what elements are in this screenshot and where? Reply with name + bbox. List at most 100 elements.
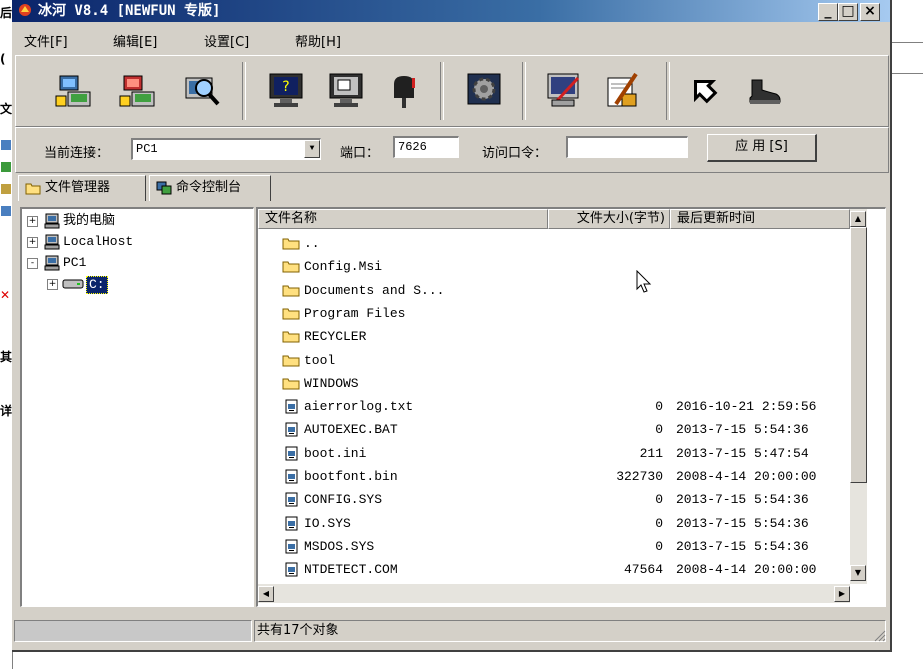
monitor-tool-icon[interactable] (544, 70, 584, 110)
bg-char: ( (0, 52, 6, 66)
screen-capture-icon[interactable] (326, 70, 366, 110)
mailbox-icon[interactable] (384, 70, 424, 110)
folder-icon (282, 308, 300, 320)
toolbar: ? (15, 55, 889, 127)
toolbar-separator (242, 62, 246, 120)
expand-icon[interactable]: + (27, 237, 38, 248)
config-gear-icon[interactable] (464, 70, 504, 110)
scroll-left-icon[interactable]: ◀ (258, 586, 274, 602)
tree-label: C: (86, 276, 108, 294)
file-size: 0 (655, 538, 663, 554)
menu-edit[interactable]: 编辑[E] (113, 31, 157, 50)
expand-icon[interactable]: + (27, 216, 38, 227)
file-time: 2008-4-14 20:00:00 (676, 469, 817, 484)
close-button[interactable]: × (860, 3, 880, 21)
horizontal-scrollbar[interactable]: ◀ ▶ (258, 584, 850, 603)
file-row[interactable]: MSDOS.SYS 0 2013-7-15 5:54:36 (258, 535, 848, 558)
tab-label: 命令控制台 (176, 180, 242, 195)
current-connection-label: 当前连接： (44, 146, 110, 161)
port-input[interactable]: 7626 (393, 136, 459, 158)
collapse-icon[interactable]: - (27, 258, 38, 269)
delete-computer-icon[interactable] (118, 70, 158, 110)
file-row[interactable]: AUTOEXEC.BAT 0 2013-7-15 5:54:36 (258, 418, 848, 441)
exit-shoe-icon[interactable] (744, 70, 784, 110)
folder-row[interactable]: Documents and S... (258, 279, 848, 302)
file-icon (285, 446, 298, 461)
minimize-button[interactable]: _ (818, 3, 838, 21)
file-row[interactable]: bootfont.bin 322730 2008-4-14 20:00:00 (258, 465, 848, 488)
folder-row[interactable]: .. (258, 232, 848, 255)
scroll-up-icon[interactable]: ▲ (850, 211, 866, 227)
folder-row[interactable]: WINDOWS (258, 372, 848, 395)
menu-file[interactable]: 文件[F] (24, 31, 68, 50)
file-icon (285, 562, 298, 577)
apply-button[interactable]: 应 用 [S] (707, 134, 817, 162)
scroll-down-icon[interactable]: ▼ (850, 565, 866, 581)
tab-command-console[interactable]: 命令控制台 (149, 175, 271, 201)
file-size: 0 (655, 515, 663, 531)
file-row[interactable]: IO.SYS 0 2013-7-15 5:54:36 (258, 512, 848, 535)
folder-icon (282, 238, 300, 250)
chevron-down-icon[interactable]: ▼ (304, 140, 320, 158)
scroll-right-icon[interactable]: ▶ (834, 586, 850, 602)
file-size: 0 (655, 422, 663, 438)
folder-row[interactable]: tool (258, 349, 848, 372)
file-name: Documents and S... (304, 282, 445, 298)
folder-row[interactable]: Config.Msi (258, 255, 848, 278)
title-bar[interactable]: 冰河 V8.4 [NEWFUN 专版] _ □ × (12, 0, 890, 22)
home-arrow-icon[interactable] (684, 70, 724, 110)
toolbar-separator (666, 62, 670, 120)
file-name: boot.ini (304, 445, 367, 461)
build-tool-icon[interactable] (602, 70, 642, 110)
folder-icon (25, 183, 41, 195)
file-size: 211 (639, 445, 663, 461)
menu-help[interactable]: 帮助[H] (295, 31, 341, 50)
svg-text:?: ? (282, 79, 289, 95)
bg-char: 后 (0, 6, 13, 20)
connection-bar: 当前连接： PC1 ▼ 端口： 7626 访问口令： 应 用 [S] (15, 127, 889, 173)
file-time: 2013-7-15 5:54:36 (676, 538, 809, 554)
resize-grip-icon[interactable] (872, 628, 886, 642)
password-input[interactable] (566, 136, 688, 158)
password-label: 访问口令： (482, 146, 548, 161)
file-name: bootfont.bin (304, 469, 398, 484)
file-name: AUTOEXEC.BAT (304, 422, 398, 438)
file-name: WINDOWS (304, 375, 359, 391)
maximize-button[interactable]: □ (838, 3, 858, 21)
file-row[interactable]: boot.ini 211 2013-7-15 5:47:54 (258, 442, 848, 465)
scroll-thumb[interactable] (850, 227, 867, 483)
current-connection-select[interactable]: PC1 ▼ (131, 138, 321, 160)
menu-bar: 文件[F] 编辑[E] 设置[C] 帮助[H] (12, 26, 890, 50)
expand-icon[interactable]: + (47, 279, 58, 290)
file-row[interactable]: CONFIG.SYS 0 2013-7-15 5:54:36 (258, 488, 848, 511)
folder-row[interactable]: RECYCLER (258, 325, 848, 348)
menu-settings[interactable]: 设置[C] (204, 31, 249, 50)
tab-file-manager[interactable]: 文件管理器 (18, 175, 146, 201)
tree-label: LocalHost (63, 234, 134, 249)
computer-icon (44, 255, 60, 271)
file-time: 2013-7-15 5:47:54 (676, 445, 809, 461)
file-icon (285, 516, 298, 531)
vertical-scrollbar[interactable]: ▲ ▼ (850, 209, 867, 584)
bg-icon-column (1, 140, 11, 260)
file-name: Program Files (304, 305, 406, 321)
status-bar: 共有17个对象 (12, 618, 890, 644)
folder-icon (282, 378, 300, 390)
column-header-name[interactable]: 文件名称 (258, 209, 548, 229)
mouse-cursor-icon (636, 270, 652, 293)
file-name: tool (304, 352, 336, 368)
file-row[interactable]: aierrorlog.txt 0 2016-10-21 2:59:56 (258, 395, 848, 418)
file-time: 2008-4-14 20:00:00 (676, 562, 817, 578)
add-computer-icon[interactable] (54, 70, 94, 110)
search-computer-icon[interactable] (182, 70, 222, 110)
file-name: RECYCLER (304, 329, 367, 345)
column-header-time[interactable]: 最后更新时间 (670, 209, 850, 229)
folder-row[interactable]: Program Files (258, 302, 848, 325)
column-header-size[interactable]: 文件大小(字节) (548, 209, 670, 229)
file-row[interactable]: NTDETECT.COM 47564 2008-4-14 20:00:00 (258, 558, 848, 581)
screen-help-icon[interactable]: ? (266, 70, 306, 110)
status-progress-pane (14, 620, 252, 642)
file-size: 0 (655, 492, 663, 508)
file-list: 文件名称 文件大小(字节) 最后更新时间 .. Config.Msi Documen… (256, 207, 886, 607)
drive-icon (62, 279, 84, 289)
